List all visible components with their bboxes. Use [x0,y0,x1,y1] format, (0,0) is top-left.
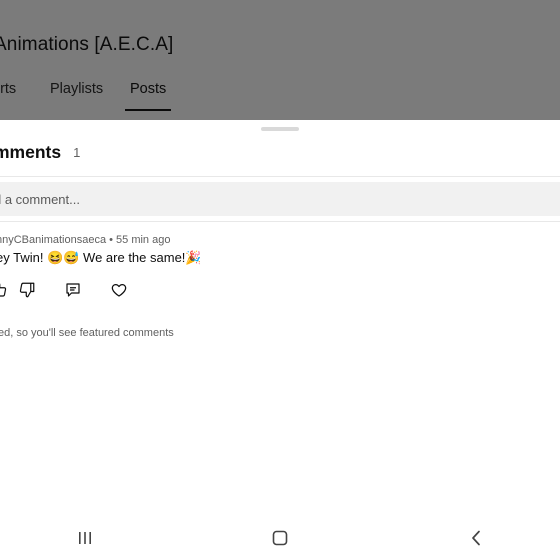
featured-comments-notice: ed, so you'll see featured comments [0,327,174,339]
sheet-drag-handle[interactable] [261,127,299,131]
comment-text: ey Twin! 😆😅 We are the same!🎉 [0,250,202,265]
reply-icon[interactable] [60,277,86,303]
comment-input[interactable] [0,182,554,216]
channel-page-backdrop[interactable]: Animations [A.E.C.A] orts Playlists Post… [0,0,560,120]
comments-sheet: mments 1 nnyCBanimationsaeca • 55 min ag… [0,120,560,518]
back-icon[interactable] [461,526,491,550]
channel-title: Animations [A.E.C.A] [0,34,174,55]
comments-count: 1 [73,145,81,160]
tab-shorts[interactable]: orts [0,81,16,97]
heart-icon[interactable] [106,277,132,303]
tab-selected-indicator [125,109,171,111]
header-divider [0,176,560,177]
tab-playlists[interactable]: Playlists [50,81,103,97]
recent-apps-icon[interactable] [70,526,100,550]
home-icon[interactable] [265,526,295,550]
comment-input-row[interactable] [0,182,560,216]
comments-title: mments [0,142,62,162]
like-icon[interactable] [0,277,12,303]
comment-meta[interactable]: nnyCBanimationsaeca • 55 min ago [0,234,170,246]
input-divider [0,221,560,222]
system-nav-bar [0,518,560,560]
dislike-icon[interactable] [14,277,40,303]
tab-posts[interactable]: Posts [130,81,166,97]
comments-header: mments 1 [0,142,80,163]
